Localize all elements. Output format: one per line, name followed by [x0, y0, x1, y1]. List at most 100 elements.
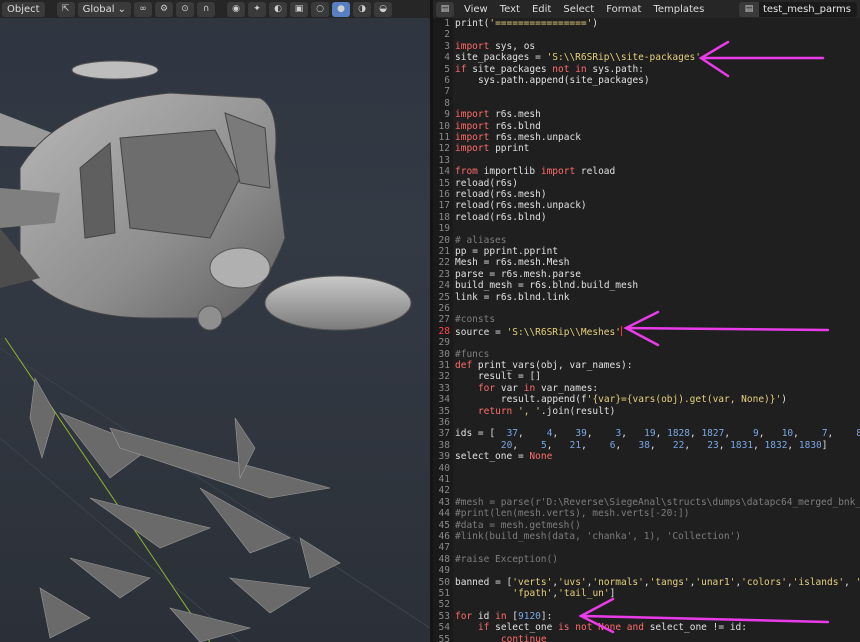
code-line[interactable]: 13 — [433, 155, 860, 166]
line-number: 32 — [438, 371, 450, 383]
transform-orientation-dropdown[interactable]: Global ⌄ — [77, 1, 132, 17]
code-line[interactable]: 32 result = [] — [433, 371, 860, 382]
code-line[interactable]: 35 return ', '.join(result) — [433, 406, 860, 417]
code-line[interactable]: 37 ids = [ 37, 4, 39, 3, 19, 1828, 1827, … — [433, 428, 860, 439]
code-line[interactable]: 40 — [433, 463, 860, 474]
code-line[interactable]: 31 def print_vars(obj, var_names): — [433, 360, 860, 371]
menu-edit[interactable]: Edit — [526, 4, 557, 15]
mode-dropdown[interactable]: Object — [2, 1, 45, 17]
code-line[interactable]: 53 for id in [9120]: — [433, 611, 860, 622]
line-number: 36 — [438, 417, 450, 428]
code-line[interactable]: 36 — [433, 417, 860, 428]
line-number: 16 — [438, 189, 450, 200]
editor-type-icon[interactable]: ▤ — [436, 1, 454, 17]
code-line[interactable]: 4 site_packages = 'S:\\R6SRip\\site-packa… — [433, 52, 860, 63]
code-line[interactable]: 9 import r6s.mesh — [433, 109, 860, 120]
visibility-icon[interactable]: ◉ — [227, 1, 246, 17]
code-line[interactable]: 20 # aliases — [433, 235, 860, 246]
code-line[interactable]: 29 — [433, 337, 860, 348]
code-line[interactable]: 6 sys.path.append(site_packages) — [433, 75, 860, 86]
code-line[interactable]: 27 #consts — [433, 314, 860, 325]
code-text: # aliases — [455, 234, 507, 246]
code-line[interactable]: 16 reload(r6s.mesh) — [433, 189, 860, 200]
code-line[interactable]: 48 #raise Exception() — [433, 554, 860, 565]
orientation-icon[interactable]: ⇱ — [56, 1, 75, 17]
gizmo-icon[interactable]: ✦ — [248, 1, 267, 17]
shading-wire-icon[interactable]: ○ — [311, 1, 330, 17]
line-number: 50 — [438, 576, 450, 588]
code-line[interactable]: 41 — [433, 474, 860, 485]
line-number: 35 — [438, 405, 450, 417]
menu-templates[interactable]: Templates — [647, 4, 710, 15]
code-line[interactable]: 15 reload(r6s) — [433, 178, 860, 189]
text-file-selector[interactable]: ▤ test_mesh_parms — [738, 1, 857, 17]
code-line[interactable]: 2 — [433, 29, 860, 40]
code-line[interactable]: 5 if site_packages not in sys.path: — [433, 64, 860, 75]
line-number: 10 — [438, 120, 450, 132]
viewport-scene — [0, 60, 430, 642]
line-number: 26 — [438, 303, 450, 314]
code-line[interactable]: 25 link = r6s.blnd.link — [433, 292, 860, 303]
line-number: 1 — [444, 18, 450, 29]
code-line[interactable]: 30 #funcs — [433, 349, 860, 360]
code-line[interactable]: 21 pp = pprint.pprint — [433, 246, 860, 257]
code-text: continue — [500, 633, 547, 642]
code-line[interactable]: 38 20, 5, 21, 6, 38, 22, 23, 1831, 1832,… — [433, 440, 860, 451]
code-line[interactable]: 10 import r6s.blnd — [433, 121, 860, 132]
shading-rendered-icon[interactable]: ◒ — [374, 1, 393, 17]
code-line[interactable]: 28 source = 'S:\\R6SRip\\Meshes' — [433, 325, 860, 338]
shading-material-icon[interactable]: ◑ — [353, 1, 372, 17]
code-line[interactable]: 22 Mesh = r6s.mesh.Mesh — [433, 257, 860, 268]
code-line[interactable]: 23 parse = r6s.mesh.parse — [433, 269, 860, 280]
code-line[interactable]: 44 #print(len(mesh.verts), mesh.verts[-20… — [433, 508, 860, 519]
code-line[interactable]: 49 — [433, 565, 860, 576]
code-text: result.append(f'{var}={vars(obj).get(var… — [500, 394, 787, 406]
falloff-icon[interactable]: ∩ — [197, 1, 216, 17]
code-line[interactable]: 18 reload(r6s.blnd) — [433, 212, 860, 223]
code-line[interactable]: 54 if select_one is not None and select_… — [433, 622, 860, 633]
code-line[interactable]: 14 from importlib import reload — [433, 166, 860, 177]
line-number: 28 — [438, 325, 450, 337]
code-line[interactable]: 52 — [433, 599, 860, 610]
line-number: 47 — [438, 542, 450, 554]
code-text: #link(build_mesh(data, 'chanka', 1), 'Co… — [455, 531, 741, 542]
code-line[interactable]: 50 banned = ['verts','uvs','normals','tan… — [433, 577, 860, 588]
code-area[interactable]: 1 print('================') 2 3 import sys, … — [433, 18, 860, 642]
line-number: 48 — [438, 553, 450, 565]
code-line[interactable]: 1 print('================') — [433, 18, 860, 29]
code-line[interactable]: 3 import sys, os — [433, 41, 860, 52]
menu-format[interactable]: Format — [600, 4, 647, 15]
proportional-icon[interactable]: ⊙ — [176, 1, 195, 17]
code-line[interactable]: 7 — [433, 86, 860, 97]
code-text: if site_packages not in sys.path: — [455, 63, 644, 75]
code-text: #raise Exception() — [455, 553, 558, 565]
code-line[interactable]: 47 — [433, 542, 860, 553]
code-line[interactable]: 34 result.append(f'{var}={vars(obj).get(… — [433, 394, 860, 405]
snap-icon[interactable]: ⚙ — [155, 1, 174, 17]
code-line[interactable]: 51 'fpath','tail_un'] — [433, 588, 860, 599]
code-line[interactable]: 26 — [433, 303, 860, 314]
line-number: 19 — [438, 223, 450, 235]
menu-view[interactable]: View — [458, 4, 494, 15]
code-line[interactable]: 17 reload(r6s.mesh.unpack) — [433, 200, 860, 211]
menu-select[interactable]: Select — [557, 4, 600, 15]
code-line[interactable]: 45 #data = mesh.getmesh() — [433, 520, 860, 531]
code-line[interactable]: 46 #link(build_mesh(data, 'chanka', 1), '… — [433, 531, 860, 542]
overlay-icon[interactable]: ◐ — [269, 1, 288, 17]
code-line[interactable]: 12 import pprint — [433, 143, 860, 154]
3d-viewport[interactable]: Object ⇱ Global ⌄ ∞ ⚙ ⊙ ∩ ◉ ✦ ◐ ▣ ○ ● ◑ … — [0, 0, 430, 642]
code-line[interactable]: 8 — [433, 98, 860, 109]
code-line[interactable]: 55 continue — [433, 634, 860, 642]
pivot-icon[interactable]: ∞ — [134, 1, 153, 17]
code-line[interactable]: 33 for var in var_names: — [433, 383, 860, 394]
code-line[interactable]: 42 — [433, 485, 860, 496]
code-line[interactable]: 43 #mesh = parse(r'D:\Reverse\SiegeAnal\s… — [433, 497, 860, 508]
code-line[interactable]: 39 select_one = None — [433, 451, 860, 462]
xray-icon[interactable]: ▣ — [290, 1, 309, 17]
shading-solid-icon[interactable]: ● — [332, 1, 351, 17]
code-line[interactable]: 19 — [433, 223, 860, 234]
code-line[interactable]: 11 import r6s.mesh.unpack — [433, 132, 860, 143]
code-line[interactable]: 24 build_mesh = r6s.blnd.build_mesh — [433, 280, 860, 291]
line-number: 13 — [438, 154, 450, 166]
menu-text[interactable]: Text — [494, 4, 526, 15]
